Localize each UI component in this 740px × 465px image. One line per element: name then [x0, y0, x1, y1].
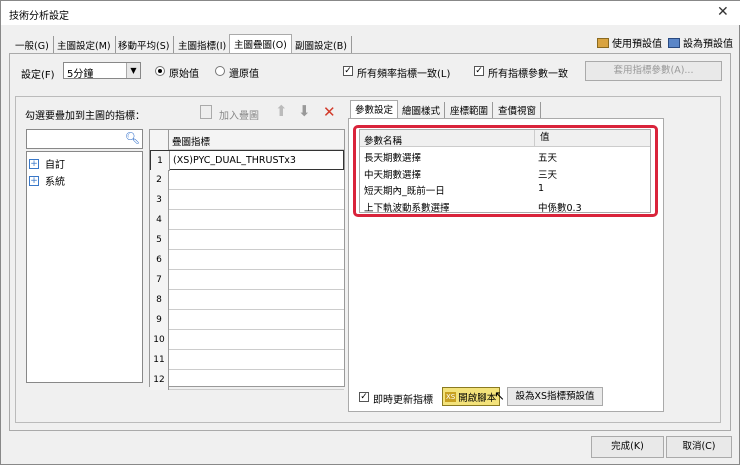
row-number: 8 [150, 290, 169, 310]
folder-icon [597, 37, 609, 48]
table-row[interactable]: 6 [150, 250, 344, 270]
cursor-icon: ↖ [494, 389, 505, 404]
set-default-button[interactable]: 設為預設值 [668, 35, 733, 50]
tab-draw-style[interactable]: 繪圖樣式 [398, 102, 446, 118]
apply-params-button[interactable]: 套用指標參數(A)... [585, 61, 722, 81]
row-number: 4 [150, 210, 169, 230]
row-number: 12 [150, 370, 169, 390]
cancel-button[interactable]: 取消(C) [666, 436, 732, 458]
search-input[interactable]: 🔍︎ [26, 129, 143, 149]
add-overlay-button[interactable]: 加入疊圖 [219, 107, 259, 122]
tree-label: 系統 [45, 177, 65, 188]
row-number: 5 [150, 230, 169, 250]
tab-main-overlay[interactable]: 主圖疊圖(O) [229, 34, 292, 54]
move-up-icon[interactable]: ⬆ [275, 102, 288, 120]
table-row[interactable]: 9 [150, 310, 344, 330]
tab-moving-average[interactable]: 移動平均(S) [114, 36, 175, 54]
expand-icon[interactable]: + [29, 175, 39, 186]
add-overlay-icon[interactable] [200, 105, 212, 119]
tab-param-settings[interactable]: 參數設定 [350, 100, 399, 119]
radio-original-label: 原始值 [169, 69, 199, 80]
tab-price-window[interactable]: 查價視窗 [494, 102, 542, 118]
row-indicator: (XS)PYC_DUAL_THRUSTx3 [173, 155, 296, 166]
tree-item-system[interactable]: + 系統 [29, 173, 65, 188]
row-number: 10 [150, 330, 169, 350]
row-number: 6 [150, 250, 169, 270]
table-row[interactable]: 4 [150, 210, 344, 230]
overlay-grid: 疊圖指標 1 (XS)PYC_DUAL_THRUSTx3 2 3 4 5 6 7 8 9 10 11 1… [149, 129, 345, 390]
row-number: 1 [151, 151, 170, 171]
table-row[interactable]: 1 (XS)PYC_DUAL_THRUSTx3 [150, 150, 344, 171]
close-icon[interactable]: ✕ [717, 4, 729, 20]
tree-item-custom[interactable]: + 自訂 [29, 156, 65, 171]
tab-main-chart[interactable]: 主圖設定(M) [53, 36, 116, 54]
realtime-update-checkbox[interactable]: ✓ [359, 392, 369, 402]
grid-header-label: 疊圖指標 [172, 137, 211, 148]
title-bar: 技術分析設定 ✕ [1, 1, 740, 25]
chevron-down-icon[interactable]: ▼ [126, 63, 140, 78]
row-number: 7 [150, 270, 169, 290]
set-xs-default-button[interactable]: 設為XS指標預設值 [507, 387, 603, 406]
all-freq-checkbox[interactable]: ✓ [343, 66, 353, 76]
table-row[interactable]: 12 [150, 370, 344, 390]
window-title: 技術分析設定 [9, 11, 69, 22]
all-params-label: 所有指標參數一致 [488, 69, 568, 80]
frequency-select-value: 5分鐘 [67, 69, 94, 80]
table-row[interactable]: 5 [150, 230, 344, 250]
highlight-box [353, 125, 658, 217]
xs-icon: XS [445, 391, 457, 402]
table-row[interactable]: 11 [150, 350, 344, 370]
tab-coord-range[interactable]: 座標範圍 [446, 102, 494, 118]
realtime-update-label: 即時更新指標 [373, 395, 433, 406]
table-row[interactable]: 7 [150, 270, 344, 290]
tree-label: 自訂 [45, 160, 65, 171]
use-default-label: 使用預設值 [612, 39, 662, 50]
move-down-icon[interactable]: ⬇ [298, 102, 311, 120]
tab-general[interactable]: 一般(G) [11, 36, 54, 54]
grid-header: 疊圖指標 [150, 130, 344, 150]
use-default-button[interactable]: 使用預設值 [597, 35, 662, 50]
grid-corner [150, 130, 169, 150]
row-number: 3 [150, 190, 169, 210]
row-number: 2 [150, 170, 169, 190]
save-default-icon [668, 37, 680, 48]
tab-sub-chart[interactable]: 副圖設定(B) [291, 36, 352, 54]
ok-button[interactable]: 完成(K) [591, 436, 664, 458]
table-row[interactable]: 8 [150, 290, 344, 310]
open-script-button[interactable]: XS 開啟腳本 [442, 387, 500, 406]
table-row[interactable]: 10 [150, 330, 344, 350]
row-number: 11 [150, 350, 169, 370]
row-number: 9 [150, 310, 169, 330]
radio-restored[interactable] [215, 66, 225, 76]
all-params-checkbox[interactable]: ✓ [474, 66, 484, 76]
left-heading: 勾選要疊加到主圖的指標： [25, 111, 145, 122]
search-icon[interactable]: 🔍︎ [125, 131, 140, 145]
setting-label: 設定(F) [21, 70, 55, 81]
indicator-tree: + 自訂 + 系統 [26, 151, 143, 383]
tab-main-indicator[interactable]: 主圖指標(I) [174, 36, 232, 54]
table-row[interactable]: 2 [150, 170, 344, 190]
radio-original[interactable] [155, 66, 165, 76]
all-freq-label: 所有頻率指標一致(L) [357, 69, 451, 80]
expand-icon[interactable]: + [29, 158, 39, 169]
open-script-label: 開啟腳本 [458, 392, 497, 404]
table-row[interactable]: 3 [150, 190, 344, 210]
delete-icon[interactable]: ✕ [323, 103, 336, 121]
set-default-label: 設為預設值 [683, 39, 733, 50]
frequency-select[interactable]: 5分鐘 ▼ [63, 62, 141, 80]
radio-restored-label: 還原值 [229, 69, 259, 80]
